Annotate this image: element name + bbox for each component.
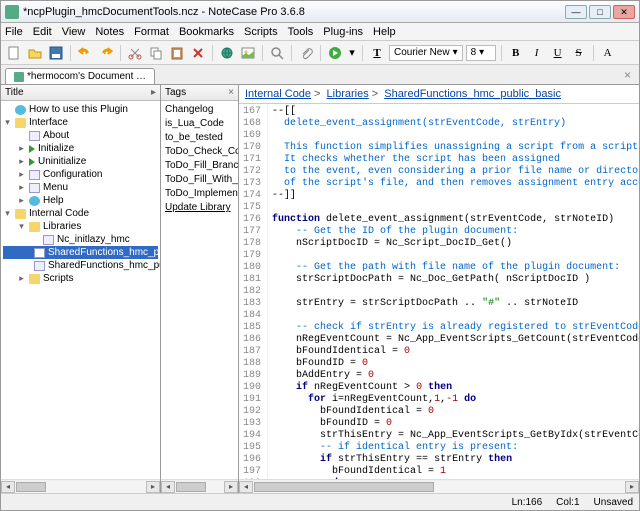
status-col: Col:1 — [556, 497, 579, 508]
tree-item[interactable]: SharedFunctions_hmc_public_extended — [48, 260, 160, 271]
menu-plugins[interactable]: Plug-ins — [323, 26, 363, 38]
undo-button[interactable] — [76, 44, 94, 62]
menu-format[interactable]: Format — [134, 26, 169, 38]
strike-button[interactable]: S — [570, 44, 588, 62]
statusbar: Ln:166 Col:1 Unsaved — [1, 493, 639, 510]
find-button[interactable] — [268, 44, 286, 62]
tree-hscroll[interactable]: ◂▸ — [1, 479, 160, 493]
bold-button[interactable]: B — [507, 44, 525, 62]
menu-scripts[interactable]: Scripts — [244, 26, 278, 38]
tree-scripts[interactable]: Scripts — [43, 273, 74, 284]
menu-bookmarks[interactable]: Bookmarks — [179, 26, 234, 38]
underline-button[interactable]: U — [549, 44, 567, 62]
line-gutter: 1671681691701711721731741751761771781791… — [239, 104, 268, 479]
code-editor[interactable]: 1671681691701711721731741751761771781791… — [239, 104, 639, 479]
minimize-button[interactable]: — — [565, 5, 587, 19]
tags-list[interactable]: Changelog is_Lua_Code to_be_tested ToDo_… — [161, 101, 238, 479]
code-lines[interactable]: --[[ delete_event_assignment(strEventCod… — [268, 104, 639, 479]
font-size-select[interactable]: 8▾ — [466, 45, 496, 61]
tags-header: Tags — [165, 87, 186, 98]
link-button[interactable] — [218, 44, 236, 62]
italic-button[interactable]: I — [528, 44, 546, 62]
copy-button[interactable] — [147, 44, 165, 62]
tag-item[interactable]: to_be_tested — [165, 131, 234, 145]
close-button[interactable]: ✕ — [613, 5, 635, 19]
menu-notes[interactable]: Notes — [95, 26, 124, 38]
tag-item[interactable]: ToDo_Check_Commented — [165, 145, 234, 159]
tree-libraries[interactable]: Libraries — [43, 221, 81, 232]
menu-file[interactable]: File — [5, 26, 23, 38]
delete-button[interactable] — [189, 44, 207, 62]
tree-header: Title — [5, 87, 24, 98]
tree-item-selected[interactable]: SharedFunctions_hmc_public_basic — [48, 247, 160, 258]
menubar: File Edit View Notes Format Bookmarks Sc… — [1, 23, 639, 41]
tree[interactable]: How to use this Plugin ▾Interface About … — [1, 101, 160, 479]
tree-internal[interactable]: Internal Code — [29, 208, 89, 219]
text-color-button[interactable]: A — [599, 44, 617, 62]
font-color-button[interactable]: T — [368, 44, 386, 62]
app-icon — [5, 5, 19, 19]
titlebar: *ncpPlugin_hmcDocumentTools.ncz - NoteCa… — [1, 1, 639, 23]
toolbar: ▾ T Courier New▾ 8▾ B I U S A — [1, 41, 639, 65]
window-title: *ncpPlugin_hmcDocumentTools.ncz - NoteCa… — [23, 6, 565, 18]
image-button[interactable] — [239, 44, 257, 62]
maximize-button[interactable]: □ — [589, 5, 611, 19]
tags-panel: Tags × Changelog is_Lua_Code to_be_tested… — [161, 85, 239, 493]
document-tabs: *hermocom's Document Tool... × — [1, 65, 639, 85]
tag-item[interactable]: is_Lua_Code — [165, 117, 234, 131]
tree-item[interactable]: Initialize — [38, 143, 74, 154]
tags-hscroll[interactable]: ◂▸ — [161, 479, 238, 493]
tag-item[interactable]: ToDo_Fill_Branch — [165, 159, 234, 173]
tag-item[interactable]: Changelog — [165, 103, 234, 117]
tree-item[interactable]: About — [43, 130, 69, 141]
editor: Internal Code> Libraries> SharedFunction… — [239, 85, 639, 493]
tag-item[interactable]: ToDo_Fill_With_Content — [165, 173, 234, 187]
paste-button[interactable] — [168, 44, 186, 62]
tree-item[interactable]: Uninitialize — [38, 156, 86, 167]
menu-edit[interactable]: Edit — [33, 26, 52, 38]
tree-item[interactable]: Menu — [43, 182, 68, 193]
new-button[interactable] — [5, 44, 23, 62]
tree-panel: Title ▸ How to use this Plugin ▾Interface… — [1, 85, 161, 493]
tree-item[interactable]: Nc_initlazy_hmc — [57, 234, 130, 245]
tree-root[interactable]: How to use this Plugin — [29, 104, 128, 115]
tree-interface[interactable]: Interface — [29, 117, 68, 128]
save-button[interactable] — [47, 44, 65, 62]
attach-button[interactable] — [297, 44, 315, 62]
menu-view[interactable]: View — [62, 26, 86, 38]
crumb-link[interactable]: Internal Code — [245, 88, 311, 100]
font-name-select[interactable]: Courier New▾ — [389, 45, 463, 61]
editor-hscroll[interactable]: ◂▸ — [239, 479, 639, 493]
tree-options-icon[interactable]: ▸ — [151, 87, 156, 98]
run-button[interactable] — [326, 44, 344, 62]
tab-close-button[interactable]: × — [620, 66, 635, 84]
tab-document[interactable]: *hermocom's Document Tool... — [5, 68, 155, 84]
breadcrumb: Internal Code> Libraries> SharedFunction… — [239, 85, 639, 104]
tag-item[interactable]: ToDo_Implement_Script — [165, 187, 234, 201]
redo-button[interactable] — [97, 44, 115, 62]
menu-tools[interactable]: Tools — [288, 26, 314, 38]
status-state: Unsaved — [594, 497, 633, 508]
open-button[interactable] — [26, 44, 44, 62]
crumb-link[interactable]: SharedFunctions_hmc_public_basic — [384, 88, 561, 100]
tree-item[interactable]: Help — [43, 195, 64, 206]
tags-close-icon[interactable]: × — [228, 87, 234, 98]
cut-button[interactable] — [126, 44, 144, 62]
tree-item[interactable]: Configuration — [43, 169, 102, 180]
status-line: Ln:166 — [512, 497, 543, 508]
run-dropdown[interactable]: ▾ — [347, 44, 357, 62]
menu-help[interactable]: Help — [373, 26, 396, 38]
crumb-link[interactable]: Libraries — [327, 88, 369, 100]
tag-item[interactable]: Update Library — [165, 201, 234, 215]
